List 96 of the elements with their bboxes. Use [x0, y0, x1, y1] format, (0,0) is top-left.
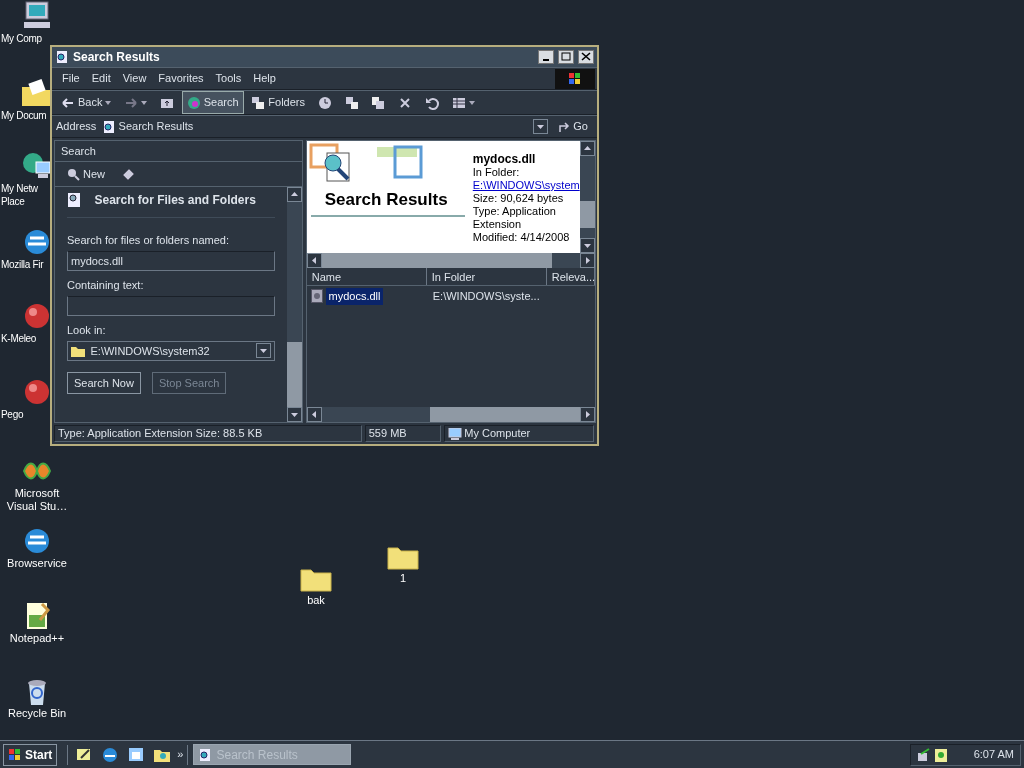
- delete-icon: [398, 95, 412, 110]
- clock: 6:07 AM: [973, 747, 1014, 763]
- document-magnifier-icon: [67, 192, 81, 208]
- scroll-right-button[interactable]: [579, 253, 595, 268]
- icon-label: Microsoft Visual Stu…: [6, 487, 68, 513]
- close-button[interactable]: [578, 50, 594, 64]
- folders-icon: [251, 95, 266, 110]
- copy-icon: [371, 95, 386, 110]
- scrollbar-thumb[interactable]: [429, 407, 580, 422]
- dropdown-button[interactable]: [256, 343, 271, 359]
- scrollbar-thumb[interactable]: [321, 253, 552, 268]
- text-field[interactable]: [67, 296, 275, 316]
- dropdown-button[interactable]: [532, 119, 548, 134]
- scroll-left-button[interactable]: [306, 407, 322, 422]
- folder-icon: [71, 344, 85, 357]
- column-header[interactable]: In Folder: [426, 268, 547, 285]
- clock-icon: [317, 95, 332, 110]
- dropdown-arrow-icon: [141, 100, 148, 105]
- address-field[interactable]: Search Results: [101, 117, 548, 136]
- icon-label: Notepad++: [9, 632, 65, 645]
- icon-label: 1: [399, 572, 407, 585]
- undo-icon: [424, 95, 439, 110]
- icon-label: Browservice: [7, 557, 67, 570]
- globe-icon[interactable]: [101, 745, 120, 764]
- go-arrow-icon: [558, 120, 571, 133]
- windows-flag-icon: [8, 747, 22, 762]
- go-button[interactable]: Go: [553, 115, 593, 138]
- menu-item[interactable]: Tools: [209, 69, 248, 88]
- maximize-button[interactable]: [558, 50, 574, 64]
- folders-button[interactable]: Folders: [246, 91, 310, 114]
- dropdown-arrow-icon: [105, 100, 112, 105]
- window-icon[interactable]: [127, 745, 146, 764]
- window-title: Search Results: [73, 49, 161, 66]
- scroll-left-button[interactable]: [306, 253, 322, 268]
- status-text: Type: Application Extension Size: 88.5 KB: [54, 425, 362, 442]
- icon-label: bak: [307, 594, 325, 607]
- pane-header: Search: [55, 141, 302, 162]
- icon-label: Recycle Bin: [7, 707, 67, 720]
- scroll-right-button[interactable]: [579, 407, 595, 422]
- menu-item[interactable]: View: [116, 69, 153, 88]
- field-label: Containing text:: [67, 277, 145, 293]
- windows-logo-icon: [555, 68, 595, 89]
- icon-label: Mozilla Fir: [1, 258, 44, 271]
- magnifier-icon: [66, 167, 80, 181]
- scroll-up-button[interactable]: [579, 141, 595, 156]
- network-icon: [917, 747, 931, 762]
- menu-item[interactable]: Favorites: [152, 69, 210, 88]
- menu-item[interactable]: Edit: [85, 69, 117, 88]
- folder-cell-text: E:\WINDOWS\syste...: [431, 289, 540, 304]
- icon-label: My Netw Place: [1, 182, 38, 208]
- field-label: Search for files or folders named:: [67, 233, 231, 248]
- banner-title: Search Results: [310, 187, 465, 217]
- dll-file-icon: [310, 289, 323, 304]
- scrollbar-thumb[interactable]: [287, 342, 302, 407]
- info-text: Type: Application Extension: [472, 205, 557, 231]
- minimize-button[interactable]: [538, 50, 554, 64]
- name-field[interactable]: mydocs.dll: [67, 251, 275, 272]
- move-icon: [344, 95, 359, 110]
- status-text: My Computer: [464, 426, 531, 442]
- tray-app-icon: [935, 747, 947, 762]
- magnifier-icon: [198, 747, 213, 762]
- icon-label: Pego: [1, 408, 24, 421]
- dropdown-arrow-icon: [468, 100, 475, 105]
- file-name[interactable]: mydocs.dll: [325, 288, 384, 305]
- menu-item[interactable]: Help: [247, 69, 282, 88]
- column-header[interactable]: Name: [306, 268, 427, 285]
- back-button[interactable]: Back: [56, 91, 117, 114]
- scroll-up-button[interactable]: [287, 187, 302, 202]
- address-label: Address: [56, 119, 97, 135]
- info-text: Size: 90,624 bytes: [472, 192, 565, 205]
- magnifier-icon: [55, 50, 69, 64]
- menu-item[interactable]: File: [56, 69, 86, 88]
- forward-arrow-icon: [124, 95, 139, 110]
- magnifier-icon: [101, 119, 116, 134]
- search-now-button[interactable]: Search Now: [67, 371, 141, 395]
- field-label: Look in:: [67, 322, 107, 338]
- info-text: Modified: 4/14/2008: [472, 231, 571, 244]
- scroll-down-button[interactable]: [287, 407, 302, 422]
- scroll-down-button[interactable]: [579, 238, 595, 253]
- back-arrow-icon: [61, 95, 75, 110]
- icon-label: K-Meleo: [1, 332, 37, 345]
- folder-link[interactable]: E:\WINDOWS\system: [472, 179, 580, 192]
- column-header[interactable]: Releva...: [546, 268, 595, 285]
- more-button[interactable]: »: [177, 746, 184, 763]
- pane-title: Search for Files and Folders: [94, 192, 256, 209]
- icon-label: My Docum: [1, 109, 47, 122]
- look-in-dropdown[interactable]: E:\WINDOWS\system32: [67, 340, 275, 361]
- views-icon: [451, 95, 466, 110]
- icon-label: My Comp: [1, 32, 42, 45]
- start-button[interactable]: Start: [3, 743, 58, 766]
- search-button[interactable]: Search: [181, 91, 244, 114]
- computer-icon: [447, 427, 462, 440]
- new-button[interactable]: New: [61, 162, 110, 186]
- status-text: 559 MB: [364, 425, 441, 442]
- file-name: mydocs.dll: [472, 153, 537, 166]
- info-text: In Folder:: [472, 166, 521, 179]
